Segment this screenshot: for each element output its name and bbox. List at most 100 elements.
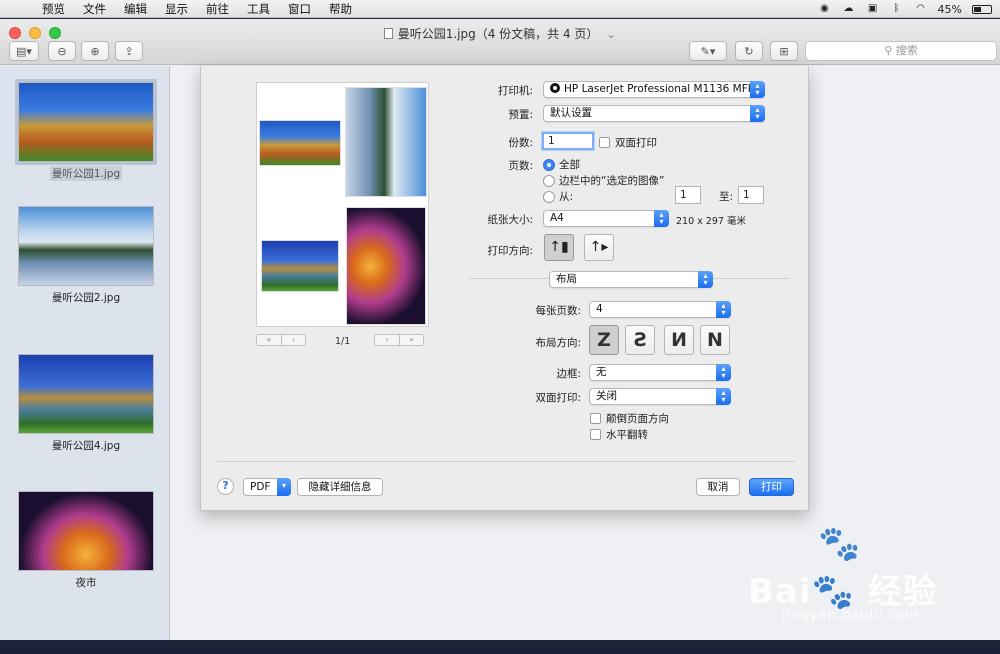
duplex-checkbox[interactable]: 双面打印	[599, 135, 657, 150]
print-button[interactable]: 打印	[749, 478, 794, 496]
next-page-icon[interactable]: ›	[375, 335, 399, 345]
preview-image-2	[345, 87, 427, 197]
thumbnail-image	[15, 79, 157, 165]
baidu-watermark: 🐾 Bai🐾 经验 jingyan.baidu.com	[748, 524, 988, 634]
last-page-icon[interactable]: »	[399, 335, 423, 345]
reverse-orientation-checkbox[interactable]: 颠倒页面方向	[590, 411, 669, 426]
document-icon	[383, 28, 393, 39]
sidebar-toggle-button[interactable]: ▤▾	[9, 41, 39, 61]
thumbnail-image	[18, 491, 154, 571]
portrait-icon: ↑▮	[549, 239, 569, 255]
title-bar: 曼听公园1.jpg（4 份文稿，共 4 页） ⌄ ▤▾ ⊖ ⊕ ⇪ ✎▾ ↻ ⊞…	[0, 19, 1000, 65]
bluetooth-icon[interactable]: ᛒ	[890, 3, 904, 15]
landscape-icon: ↑▸	[589, 239, 609, 255]
preview-image-3	[261, 240, 339, 292]
watermark-url: jingyan.baidu.com	[782, 608, 919, 623]
popup-arrows-icon: ▴ ▾	[654, 210, 669, 227]
presets-label: 预置:	[508, 109, 533, 121]
layout-direction-z-button[interactable]: Z	[589, 325, 619, 355]
footer-divider	[217, 461, 795, 462]
pages-per-sheet-label: 每张页数:	[535, 305, 581, 317]
sidebar-thumb-4[interactable]: 夜市	[18, 491, 154, 590]
menu-bar: 预览 文件 编辑 显示 前往 工具 窗口 帮助 ◉ ☁ ▣ ᛒ ◠ 45%	[0, 0, 1000, 18]
share-button[interactable]: ⇪	[115, 41, 143, 61]
portrait-orientation-button[interactable]: ↑▮	[544, 234, 574, 261]
battery-icon[interactable]	[972, 4, 992, 14]
border-select[interactable]: 无 ▴ ▾	[589, 364, 731, 381]
sidebar-thumb-3[interactable]: 曼听公园4.jpg	[18, 354, 154, 453]
zoom-in-button[interactable]: ⊕	[81, 41, 109, 61]
status-area: ◉ ☁ ▣ ᛒ ◠ 45%	[818, 0, 992, 18]
menu-help[interactable]: 帮助	[329, 1, 352, 17]
pages-selected-radio[interactable]: 边栏中的“选定的图像”	[543, 173, 664, 188]
pages-label: 页数:	[508, 160, 533, 172]
first-page-icon[interactable]: «	[257, 335, 281, 345]
layout-direction-label: 布局方向:	[535, 337, 581, 349]
zoom-out-button[interactable]: ⊖	[48, 41, 76, 61]
paper-size-select[interactable]: A4 ▴ ▾	[543, 210, 669, 227]
toolbox-button[interactable]: ⊞	[770, 41, 798, 61]
flip-horizontal-checkbox[interactable]: 水平翻转	[590, 427, 648, 442]
rotate-button[interactable]: ↻	[735, 41, 763, 61]
popup-arrows-icon: ▴ ▾	[750, 105, 765, 122]
two-sided-select[interactable]: 关闭 ▴ ▾	[589, 388, 731, 405]
printer-status-icon	[550, 83, 560, 93]
wifi-icon[interactable]: ◠	[914, 3, 928, 15]
popup-arrows-icon: ▴ ▾	[750, 81, 765, 98]
sidebar-thumb-1[interactable]: 曼听公园1.jpg	[15, 79, 157, 181]
menu-view[interactable]: 显示	[165, 1, 188, 17]
sidebar-thumb-2[interactable]: 曼听公园2.jpg	[18, 206, 154, 305]
layout-direction-s-button[interactable]: S	[625, 325, 655, 355]
section-select[interactable]: 布局 ▴ ▾	[549, 271, 713, 288]
menu-edit[interactable]: 编辑	[124, 1, 147, 17]
title-chevron-icon[interactable]: ⌄	[606, 27, 616, 41]
pages-per-sheet-select[interactable]: 4 ▴ ▾	[589, 301, 731, 318]
pages-to-field[interactable]: 1	[738, 186, 764, 204]
prev-page-icon[interactable]: ‹	[281, 335, 305, 345]
thumbnail-image	[18, 354, 154, 434]
presets-select[interactable]: 默认设置 ▴ ▾	[543, 105, 765, 122]
baidu-paw-logo: 🐾	[818, 524, 861, 564]
preview-pager-back: «‹	[256, 334, 306, 346]
border-label: 边框:	[556, 368, 581, 380]
markup-pen-button[interactable]: ✎▾	[689, 41, 727, 61]
pages-all-radio[interactable]: 全部	[543, 157, 580, 172]
print-preview	[256, 82, 429, 327]
pages-range-radio[interactable]: 从:	[543, 189, 573, 204]
thumbnail-label: 曼听公园2.jpg	[51, 292, 121, 304]
cancel-button[interactable]: 取消	[696, 478, 740, 496]
menu-preview[interactable]: 预览	[42, 1, 65, 17]
paper-dimensions: 210 x 297 毫米	[676, 216, 746, 227]
watermark-brand: Bai🐾 经验	[748, 572, 938, 612]
orientation-label: 打印方向:	[487, 245, 533, 257]
cloud-sync-icon[interactable]: ☁	[842, 3, 856, 15]
search-field[interactable]: ⚲ 搜索	[805, 41, 997, 61]
help-button[interactable]: ?	[217, 478, 234, 495]
pdf-menu-button[interactable]: PDF ▾	[243, 478, 291, 496]
thumbnail-label: 曼听公园1.jpg	[49, 166, 123, 181]
search-icon: ⚲	[884, 44, 893, 57]
two-sided-label: 双面打印:	[535, 392, 581, 404]
layout-direction-n-button[interactable]: N	[700, 325, 730, 355]
menu-go[interactable]: 前往	[206, 1, 229, 17]
menu-file[interactable]: 文件	[83, 1, 106, 17]
app-status-icon[interactable]: ▣	[866, 3, 880, 15]
copies-field[interactable]: 1	[542, 132, 594, 150]
printer-select[interactable]: HP LaserJet Professional M1136 MFP ▴ ▾	[543, 81, 765, 98]
landscape-orientation-button[interactable]: ↑▸	[584, 234, 614, 261]
thumbnail-image	[18, 206, 154, 286]
popup-arrows-icon: ▴ ▾	[716, 364, 731, 381]
copies-label: 份数:	[508, 137, 533, 149]
paper-size-label: 纸张大小:	[487, 214, 533, 226]
pages-from-field[interactable]: 1	[675, 186, 701, 204]
layout-direction-n-reverse-button[interactable]: N	[664, 325, 694, 355]
chevron-down-icon: ▾	[277, 478, 291, 496]
thumbnail-sidebar: 曼听公园1.jpg 曼听公园2.jpg 曼听公园4.jpg 夜市	[0, 66, 170, 640]
print-sheet: «‹ 1/1 ›» 打印机: HP LaserJet Professional …	[200, 66, 809, 511]
menu-window[interactable]: 窗口	[288, 1, 311, 17]
popup-arrows-icon: ▴ ▾	[698, 271, 713, 288]
hide-details-button[interactable]: 隐藏详细信息	[297, 478, 383, 496]
popup-arrows-icon: ▴ ▾	[716, 301, 731, 318]
menu-tools[interactable]: 工具	[247, 1, 270, 17]
vpn-icon[interactable]: ◉	[818, 3, 832, 15]
